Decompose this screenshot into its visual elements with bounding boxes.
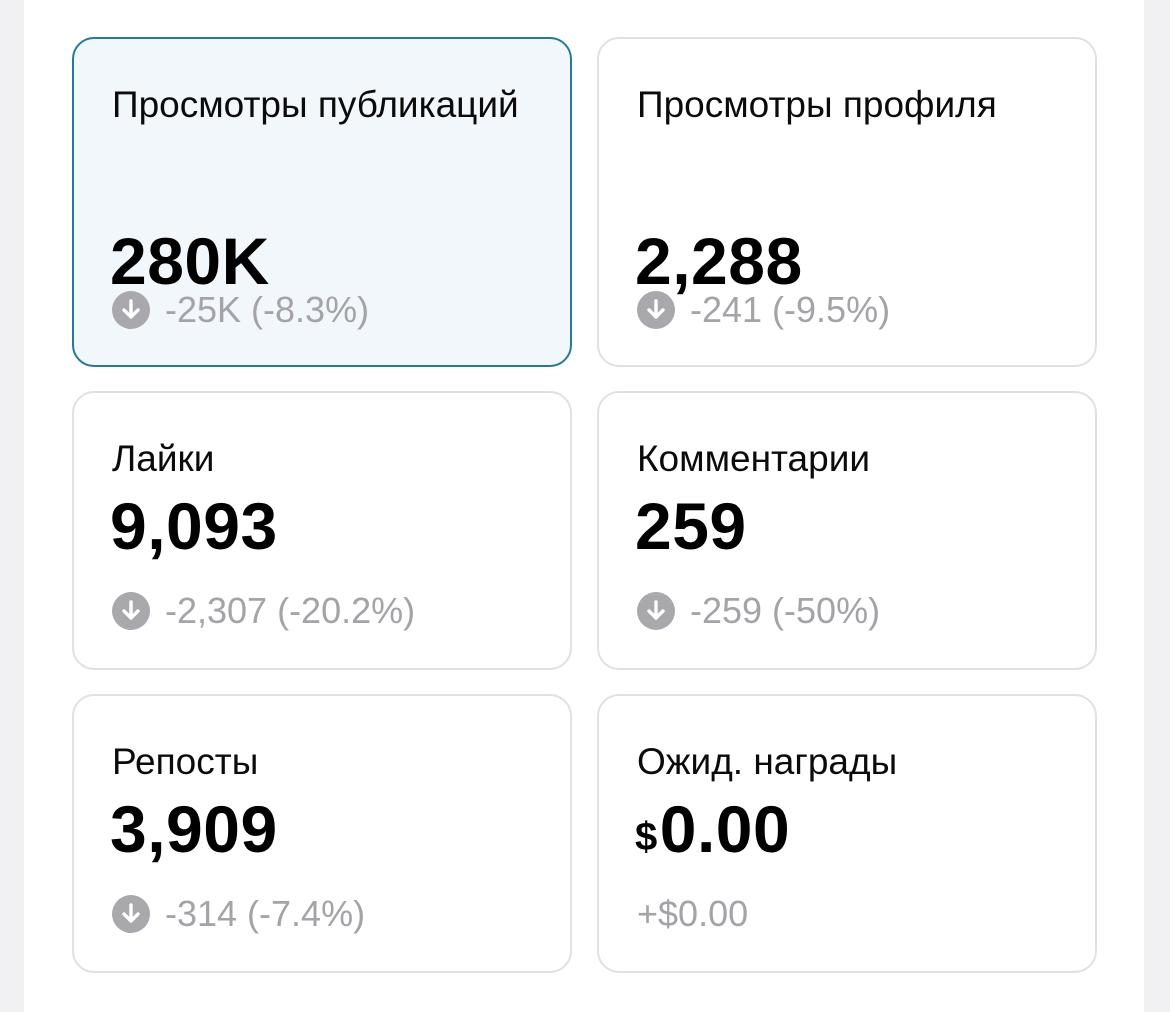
currency-symbol: $	[635, 815, 658, 859]
stat-card-change: -25K (-8.3%)	[112, 290, 369, 330]
stat-card-value: 3,909	[110, 792, 278, 866]
stats-panel: Просмотры публикаций 280K -25K (-8.3%) П…	[24, 0, 1144, 1012]
stat-card-value: 2,288	[635, 224, 803, 298]
arrow-down-circle-icon	[637, 291, 675, 329]
stat-card-change-text: -2,307 (-20.2%)	[165, 590, 416, 631]
arrow-down-circle-icon	[112, 895, 150, 933]
stat-card-profile-views[interactable]: Просмотры профиля 2,288 -241 (-9.5%)	[597, 37, 1097, 367]
stat-card-expected-rewards[interactable]: Ожид. награды $0.00 +$0.00	[597, 694, 1097, 973]
stat-card-value-number: 0.00	[659, 792, 791, 866]
stat-card-comments[interactable]: Комментарии 259 -259 (-50%)	[597, 391, 1097, 670]
stat-card-change: -314 (-7.4%)	[112, 894, 365, 934]
arrow-down-circle-icon	[637, 592, 675, 630]
stat-card-title: Просмотры профиля	[637, 84, 997, 125]
stat-card-title: Просмотры публикаций	[112, 84, 519, 125]
stat-card-change-text: -25K (-8.3%)	[165, 289, 370, 330]
stat-card-title: Ожид. награды	[637, 741, 898, 782]
stat-card-change-text: -314 (-7.4%)	[165, 893, 366, 934]
arrow-down-circle-icon	[112, 592, 150, 630]
stat-card-change-text: -241 (-9.5%)	[690, 289, 891, 330]
stat-card-value: 280K	[110, 224, 270, 298]
stat-card-title: Лайки	[112, 438, 215, 479]
stat-card-reposts[interactable]: Репосты 3,909 -314 (-7.4%)	[72, 694, 572, 973]
stat-card-change: -2,307 (-20.2%)	[112, 591, 415, 631]
stat-card-title: Комментарии	[637, 438, 871, 479]
stat-card-post-views[interactable]: Просмотры публикаций 280K -25K (-8.3%)	[72, 37, 572, 367]
arrow-down-circle-icon	[112, 291, 150, 329]
stat-card-likes[interactable]: Лайки 9,093 -2,307 (-20.2%)	[72, 391, 572, 670]
stat-card-change-text: -259 (-50%)	[690, 590, 881, 631]
stat-card-value: 9,093	[110, 489, 278, 563]
stat-card-value: 259	[635, 489, 747, 563]
stat-card-change-text: +$0.00	[637, 893, 749, 934]
stat-card-change: +$0.00	[637, 894, 748, 934]
stat-card-value: $0.00	[635, 794, 790, 872]
stat-card-change: -241 (-9.5%)	[637, 290, 890, 330]
stat-card-change: -259 (-50%)	[637, 591, 880, 631]
stat-card-title: Репосты	[112, 741, 259, 782]
